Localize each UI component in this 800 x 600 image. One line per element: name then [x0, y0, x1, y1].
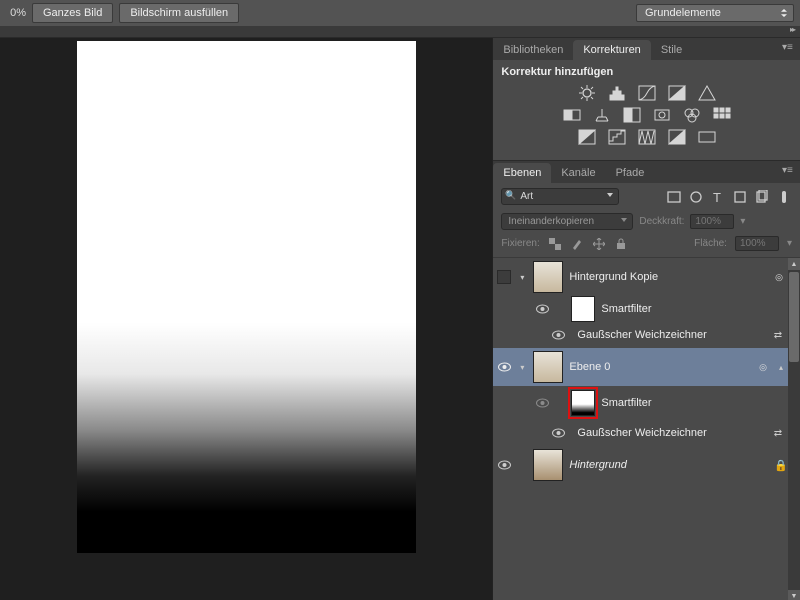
- filter-type-icon[interactable]: T: [710, 189, 726, 205]
- eye-icon[interactable]: [535, 302, 549, 316]
- photo-filter-icon[interactable]: [652, 106, 672, 124]
- tab-bibliotheken[interactable]: Bibliotheken: [493, 40, 573, 60]
- layer-row-hintergrund-kopie[interactable]: ▾ Hintergrund Kopie ◎: [493, 258, 800, 296]
- tab-korrekturen[interactable]: Korrekturen: [573, 40, 650, 60]
- smartfilter-row[interactable]: Smartfilter: [493, 296, 800, 322]
- filter-effect-row[interactable]: Gaußscher Weichzeichner ⇄: [493, 322, 800, 348]
- filter-options-icon[interactable]: ⇄: [770, 330, 786, 341]
- brightness-contrast-icon[interactable]: [577, 84, 597, 102]
- opacity-label: Deckkraft:: [639, 216, 684, 227]
- fit-image-button[interactable]: Ganzes Bild: [32, 3, 113, 23]
- channel-mixer-icon[interactable]: [682, 106, 702, 124]
- tab-ebenen[interactable]: Ebenen: [493, 163, 551, 183]
- exposure-icon[interactable]: [667, 84, 687, 102]
- chevron-down-icon[interactable]: ▾: [517, 272, 527, 282]
- lock-position-icon[interactable]: [592, 237, 606, 251]
- chevron-down-icon[interactable]: ▾: [517, 362, 527, 372]
- eye-icon[interactable]: [551, 328, 565, 342]
- tab-pfade[interactable]: Pfade: [606, 163, 655, 183]
- color-lookup-icon[interactable]: [712, 106, 732, 124]
- lock-pixels-icon[interactable]: [570, 237, 584, 251]
- layer-row-ebene-0[interactable]: ▾ Ebene 0 ◎ ▴: [493, 348, 800, 386]
- scroll-down-icon[interactable]: ▼: [788, 590, 800, 600]
- options-flyout[interactable]: [0, 27, 800, 38]
- fill-screen-button[interactable]: Bildschirm ausfüllen: [119, 3, 239, 23]
- lock-label: Fixieren:: [501, 238, 539, 249]
- gradient-map-icon[interactable]: [697, 128, 717, 146]
- lock-transparency-icon[interactable]: [548, 237, 562, 251]
- vibrance-icon[interactable]: [697, 84, 717, 102]
- filter-shape-icon[interactable]: [732, 189, 748, 205]
- svg-text:T: T: [713, 190, 721, 204]
- chevron-up-icon[interactable]: ▴: [776, 362, 786, 372]
- eye-icon[interactable]: [497, 458, 511, 472]
- lock-icon: 🔒: [774, 459, 786, 472]
- layer-visibility-checkbox[interactable]: [497, 270, 511, 284]
- posterize-icon[interactable]: [607, 128, 627, 146]
- opacity-field[interactable]: 100%: [690, 214, 734, 229]
- hue-saturation-icon[interactable]: [562, 106, 582, 124]
- panel-menu-icon[interactable]: ▾≡: [782, 42, 796, 54]
- layers-scrollbar[interactable]: ▲ ▼: [788, 258, 800, 600]
- tab-kanaele[interactable]: Kanäle: [551, 163, 605, 183]
- smartfilter-label: Smartfilter: [601, 303, 786, 315]
- color-balance-icon[interactable]: [592, 106, 612, 124]
- layer-name[interactable]: Ebene 0: [569, 361, 750, 373]
- layer-name[interactable]: Hintergrund Kopie: [569, 271, 766, 283]
- document-canvas[interactable]: [77, 41, 416, 553]
- curves-icon[interactable]: [637, 84, 657, 102]
- tab-stile[interactable]: Stile: [651, 40, 692, 60]
- adjustments-title: Korrektur hinzufügen: [501, 66, 792, 78]
- filter-smart-icon[interactable]: [754, 189, 770, 205]
- filter-toggle-icon[interactable]: [776, 189, 792, 205]
- filter-name[interactable]: Gaußscher Weichzeichner: [577, 427, 764, 439]
- smartfilter-label: Smartfilter: [601, 397, 786, 409]
- layer-thumbnail[interactable]: [533, 351, 563, 383]
- layer-name[interactable]: Hintergrund: [569, 459, 768, 471]
- smartfilter-row-selected[interactable]: Smartfilter: [493, 386, 800, 420]
- scroll-thumb[interactable]: [789, 272, 799, 362]
- levels-icon[interactable]: [607, 84, 627, 102]
- filter-name[interactable]: Gaußscher Weichzeichner: [577, 329, 764, 341]
- filter-options-icon[interactable]: ⇄: [770, 428, 786, 439]
- layers-panel-menu-icon[interactable]: ▾≡: [782, 165, 796, 177]
- fill-label: Fläche:: [694, 238, 727, 249]
- workspace-select[interactable]: Grundelemente: [636, 4, 794, 22]
- eye-icon[interactable]: [551, 426, 565, 440]
- fill-slider-icon[interactable]: ▾: [787, 238, 792, 249]
- canvas-area: [0, 38, 492, 600]
- smartfilter-mask-thumb[interactable]: [571, 296, 595, 322]
- opacity-slider-icon[interactable]: ▾: [740, 216, 745, 227]
- layer-row-hintergrund[interactable]: Hintergrund 🔒: [493, 446, 800, 484]
- layer-thumbnail[interactable]: [533, 449, 563, 481]
- filter-pixel-icon[interactable]: [666, 189, 682, 205]
- selective-color-icon[interactable]: [667, 128, 687, 146]
- smart-object-icon[interactable]: ◎: [772, 272, 786, 283]
- scroll-up-icon[interactable]: ▲: [788, 258, 800, 270]
- layer-filter-select[interactable]: Art: [501, 188, 619, 205]
- eye-icon[interactable]: [497, 360, 511, 374]
- smart-object-icon[interactable]: ◎: [756, 362, 770, 373]
- invert-icon[interactable]: [577, 128, 597, 146]
- filter-adjustment-icon[interactable]: [688, 189, 704, 205]
- black-white-icon[interactable]: [622, 106, 642, 124]
- layer-thumbnail[interactable]: [533, 261, 563, 293]
- lock-all-icon[interactable]: [614, 237, 628, 251]
- blend-mode-select[interactable]: Ineinanderkopieren: [501, 213, 633, 230]
- filter-effect-row[interactable]: Gaußscher Weichzeichner ⇄: [493, 420, 800, 446]
- eye-icon[interactable]: [535, 396, 549, 410]
- zoom-level: 0%: [6, 7, 26, 19]
- threshold-icon[interactable]: [637, 128, 657, 146]
- smartfilter-mask-thumb-highlighted[interactable]: [571, 390, 595, 416]
- fill-field[interactable]: 100%: [735, 236, 779, 251]
